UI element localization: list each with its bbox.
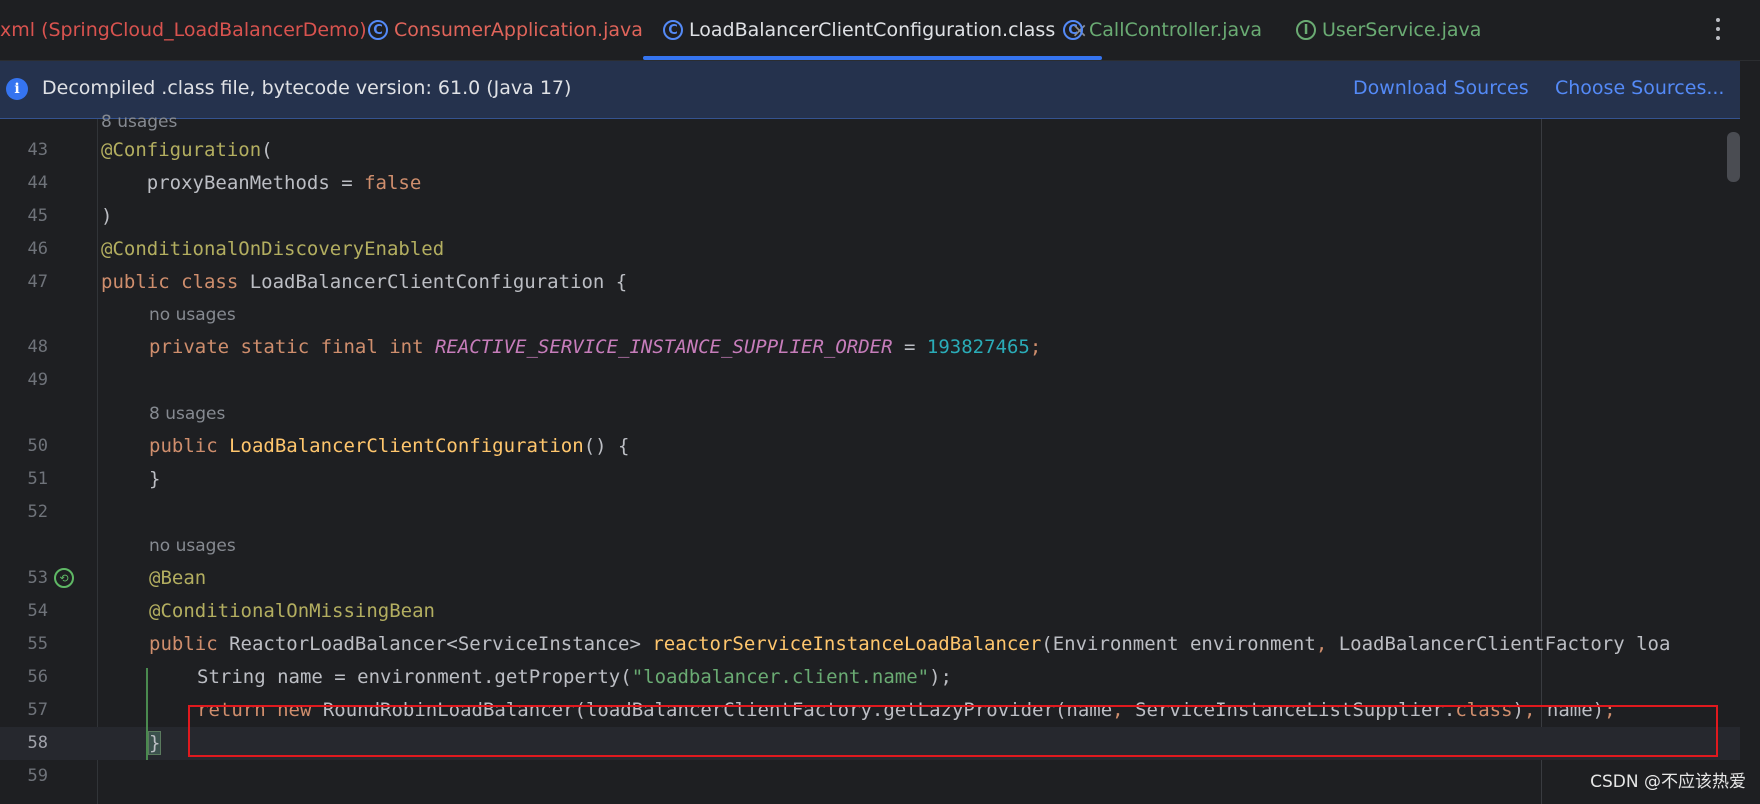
interface-icon: I xyxy=(1296,20,1316,40)
code-text: String name = environment.getProperty("l… xyxy=(197,666,952,688)
info-icon: i xyxy=(6,78,28,100)
code-line: 47 public class LoadBalancerClientConfig… xyxy=(0,266,1740,299)
code-line: 56 String name = environment.getProperty… xyxy=(0,661,1740,694)
editor-tab-bar: xml (SpringCloud_LoadBalancerDemo) C Con… xyxy=(0,0,1760,61)
no-usages-hint[interactable]: no usages xyxy=(149,299,236,332)
code-line: 50 public LoadBalancerClientConfiguratio… xyxy=(0,430,1740,463)
code-line: 46 @ConditionalOnDiscoveryEnabled xyxy=(0,233,1740,266)
line-number: 43 xyxy=(27,140,48,160)
code-text: public LoadBalancerClientConfiguration()… xyxy=(149,435,630,457)
code-text: @ConditionalOnMissingBean xyxy=(149,600,435,622)
tab-label: LoadBalancerClientConfiguration.class xyxy=(689,19,1056,41)
code-line: 52 xyxy=(0,496,1740,529)
tab-user-service[interactable]: I UserService.java xyxy=(1296,0,1481,60)
line-number: 59 xyxy=(27,766,48,786)
code-text: @Configuration( xyxy=(101,139,273,161)
code-text: public class LoadBalancerClientConfigura… xyxy=(101,271,628,293)
code-text: } xyxy=(147,727,162,760)
class-run-icon: C xyxy=(368,20,388,40)
line-number: 56 xyxy=(27,667,48,687)
code-line: 53 ⟲ @Bean xyxy=(0,562,1740,595)
code-line: 48 private static final int REACTIVE_SER… xyxy=(0,331,1740,364)
line-number: 44 xyxy=(27,173,48,193)
line-number: 47 xyxy=(27,272,48,292)
code-line: 59 xyxy=(0,760,1740,793)
more-options-icon[interactable] xyxy=(1712,14,1724,44)
highlight-annotation-box xyxy=(188,705,1718,757)
code-text: private static final int REACTIVE_SERVIC… xyxy=(149,336,1042,358)
code-line: 43 @Configuration( xyxy=(0,134,1740,167)
banner-message: Decompiled .class file, bytecode version… xyxy=(42,77,572,99)
code-editor[interactable]: 8 usages 43 @Configuration( 44 proxyBean… xyxy=(0,112,1740,804)
scope-indent-guide xyxy=(146,668,148,760)
line-number: 55 xyxy=(27,634,48,654)
line-number: 45 xyxy=(27,206,48,226)
code-line: 49 xyxy=(0,364,1740,397)
download-sources-link[interactable]: Download Sources xyxy=(1353,77,1529,99)
code-text: public ReactorLoadBalancer<ServiceInstan… xyxy=(149,633,1671,655)
tab-loadbalancer-client-configuration[interactable]: C LoadBalancerClientConfiguration.class … xyxy=(643,0,1102,60)
class-icon: C xyxy=(1063,20,1083,40)
code-line: 51 } xyxy=(0,463,1740,496)
tab-pom-xml[interactable]: xml (SpringCloud_LoadBalancerDemo) xyxy=(0,0,367,60)
line-number: 53 xyxy=(27,568,48,588)
code-line: 54 @ConditionalOnMissingBean xyxy=(0,595,1740,628)
code-line: 44 proxyBeanMethods = false xyxy=(0,167,1740,200)
line-number: 52 xyxy=(27,502,48,522)
watermark: CSDN @不应该热爱 xyxy=(1590,772,1746,792)
line-number: 49 xyxy=(27,370,48,390)
usages-hint[interactable]: 8 usages xyxy=(149,398,225,431)
line-number: 58 xyxy=(27,733,48,753)
line-number: 50 xyxy=(27,436,48,456)
choose-sources-link[interactable]: Choose Sources... xyxy=(1555,77,1724,99)
code-line: 45 ) xyxy=(0,200,1740,233)
tab-label: ConsumerApplication.java xyxy=(394,19,643,41)
line-number: 57 xyxy=(27,700,48,720)
code-text: } xyxy=(149,468,161,490)
tab-call-controller[interactable]: C CallController.java xyxy=(1063,0,1262,60)
line-number: 48 xyxy=(27,337,48,357)
bean-gutter-icon[interactable]: ⟲ xyxy=(54,568,74,588)
tab-consumer-application[interactable]: C ConsumerApplication.java xyxy=(368,0,643,60)
code-text: proxyBeanMethods = false xyxy=(101,172,422,194)
line-number: 54 xyxy=(27,601,48,621)
line-number: 46 xyxy=(27,239,48,259)
tab-label: UserService.java xyxy=(1322,19,1482,41)
class-icon: C xyxy=(663,20,683,40)
code-text: @Bean xyxy=(149,567,207,589)
line-number: 51 xyxy=(27,469,48,489)
tab-label: xml (SpringCloud_LoadBalancerDemo) xyxy=(0,19,367,41)
code-text: ) xyxy=(101,205,113,227)
tab-label: CallController.java xyxy=(1089,19,1263,41)
decompiled-banner: i Decompiled .class file, bytecode versi… xyxy=(0,61,1740,119)
code-line: 55 public ReactorLoadBalancer<ServiceIns… xyxy=(0,628,1740,661)
code-text: @ConditionalOnDiscoveryEnabled xyxy=(101,238,445,260)
no-usages-hint[interactable]: no usages xyxy=(149,530,236,563)
matched-brace: } xyxy=(147,731,162,755)
